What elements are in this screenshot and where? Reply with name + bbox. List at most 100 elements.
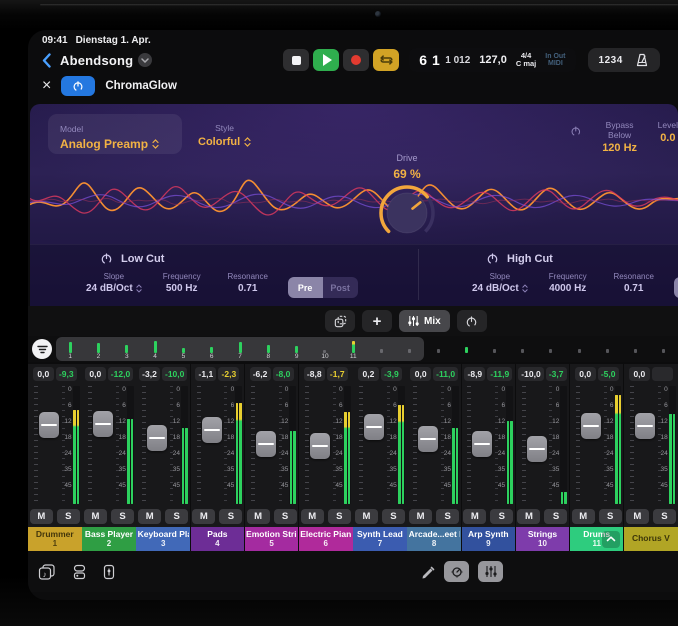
loops-icon[interactable]: ♪: [38, 564, 56, 580]
collapse-button[interactable]: [602, 531, 620, 548]
mute-button[interactable]: M: [301, 509, 324, 524]
track-tab[interactable]: Arp Synth9: [462, 527, 516, 551]
mute-button[interactable]: M: [192, 509, 215, 524]
pan-value[interactable]: 0,2: [358, 367, 379, 381]
track-tab[interactable]: Strings10: [516, 527, 570, 551]
fader-track[interactable]: [93, 386, 113, 504]
low-cut-frequency[interactable]: Frequency 500 Hz: [156, 272, 208, 294]
track-tab[interactable]: Synth Lead7: [353, 527, 407, 551]
level-value[interactable]: -10,0: [162, 367, 187, 381]
fader-handle[interactable]: [256, 431, 276, 457]
track-tab[interactable]: Drummer1: [28, 527, 82, 551]
pan-value[interactable]: 0,0: [85, 367, 106, 381]
count-in-button[interactable]: 1234: [599, 55, 623, 66]
high-cut-slope[interactable]: Slope 24 dB/Oct: [472, 272, 528, 294]
smart-controls-button[interactable]: [444, 561, 469, 582]
solo-button[interactable]: S: [382, 509, 405, 524]
add-track-button[interactable]: +: [362, 310, 392, 332]
low-cut-slope[interactable]: Slope 24 dB/Oct: [86, 272, 142, 294]
solo-button[interactable]: S: [111, 509, 134, 524]
filter-button[interactable]: [32, 339, 52, 359]
fader-handle[interactable]: [418, 426, 438, 452]
solo-button[interactable]: S: [219, 509, 242, 524]
track-tab[interactable]: Arcade...eet Pad8: [407, 527, 461, 551]
mixer-power-button[interactable]: [457, 310, 487, 332]
mix-button[interactable]: Mix: [399, 310, 450, 332]
pan-value[interactable]: 0,0: [410, 367, 431, 381]
pan-value[interactable]: 0,0: [575, 367, 596, 381]
mute-button[interactable]: M: [409, 509, 432, 524]
high-cut-frequency[interactable]: Frequency 4000 Hz: [542, 272, 594, 294]
solo-button[interactable]: S: [274, 509, 297, 524]
level-value[interactable]: -12,0: [108, 367, 133, 381]
mute-button[interactable]: M: [517, 509, 540, 524]
low-cut-power-icon[interactable]: [100, 252, 113, 265]
mute-button[interactable]: M: [626, 509, 649, 524]
track-tab[interactable]: Electric Piano6: [299, 527, 353, 551]
solo-button[interactable]: S: [165, 509, 188, 524]
pan-value[interactable]: 0,0: [629, 367, 650, 381]
fader-track[interactable]: [39, 386, 59, 504]
pan-value[interactable]: -8,8: [304, 367, 325, 381]
record-button[interactable]: [343, 49, 369, 71]
pencil-icon[interactable]: [420, 564, 435, 579]
fader-track[interactable]: [527, 386, 547, 504]
level-value[interactable]: -8,0: [273, 367, 294, 381]
level-value[interactable]: -1,7: [327, 367, 348, 381]
back-button[interactable]: [36, 50, 56, 70]
solo-button[interactable]: S: [57, 509, 80, 524]
stop-button[interactable]: [283, 49, 309, 71]
track-tab[interactable]: Keyboard Player3: [136, 527, 190, 551]
metronome-icon[interactable]: [635, 53, 649, 67]
mute-button[interactable]: M: [30, 509, 53, 524]
track-tab[interactable]: Bass Player2: [82, 527, 136, 551]
fader-track[interactable]: [202, 386, 222, 504]
modules-icon[interactable]: [72, 564, 87, 580]
mute-button[interactable]: M: [138, 509, 161, 524]
pan-value[interactable]: -1,1: [195, 367, 216, 381]
level-value[interactable]: -5,0: [598, 367, 619, 381]
solo-button[interactable]: S: [328, 509, 351, 524]
fader-handle[interactable]: [364, 414, 384, 440]
project-menu-button[interactable]: [138, 53, 152, 67]
project-title[interactable]: Abendsong: [60, 53, 133, 68]
fader-track[interactable]: [147, 386, 167, 504]
track-tab[interactable]: Pads4: [191, 527, 245, 551]
model-selector[interactable]: Model Analog Preamp: [48, 114, 182, 154]
level-value[interactable]: -11,9: [487, 367, 512, 381]
solo-button[interactable]: S: [653, 509, 676, 524]
fader-handle[interactable]: [39, 412, 59, 438]
level-value[interactable]: -3,9: [381, 367, 402, 381]
mute-button[interactable]: M: [355, 509, 378, 524]
fader-track[interactable]: [581, 386, 601, 504]
lcd-display[interactable]: 6 1 1 012 127,0 4/4 C maj In Out MIDI: [409, 48, 575, 72]
solo-button[interactable]: S: [544, 509, 567, 524]
cycle-button[interactable]: [373, 49, 399, 71]
fader-track[interactable]: [256, 386, 276, 504]
fader-handle[interactable]: [93, 411, 113, 437]
level-value[interactable]: [652, 367, 673, 381]
fader-track[interactable]: [418, 386, 438, 504]
fader-track[interactable]: [364, 386, 384, 504]
pan-value[interactable]: -3,2: [139, 367, 160, 381]
drive-knob[interactable]: [377, 183, 437, 243]
track-tab[interactable]: Drums11: [570, 527, 624, 551]
mute-button[interactable]: M: [247, 509, 270, 524]
channel-strip-icon[interactable]: [103, 564, 115, 580]
fader-handle[interactable]: [527, 436, 547, 462]
close-icon[interactable]: ×: [42, 78, 51, 94]
low-cut-resonance[interactable]: Resonance 0.71: [222, 272, 274, 294]
bypass-below-control[interactable]: Bypass Below 120 Hz: [598, 120, 642, 154]
fader-handle[interactable]: [202, 417, 222, 443]
fader-track[interactable]: [472, 386, 492, 504]
duplicate-button[interactable]: [325, 310, 355, 332]
level-value[interactable]: -11,0: [433, 367, 458, 381]
play-button[interactable]: [313, 49, 339, 71]
mixer-view-button[interactable]: [478, 561, 503, 582]
solo-button[interactable]: S: [436, 509, 459, 524]
pre-button[interactable]: Pre: [288, 277, 323, 298]
fader-handle[interactable]: [635, 413, 655, 439]
pan-value[interactable]: 0,0: [33, 367, 54, 381]
bypass-power-icon[interactable]: [570, 124, 582, 138]
fader-handle[interactable]: [472, 431, 492, 457]
